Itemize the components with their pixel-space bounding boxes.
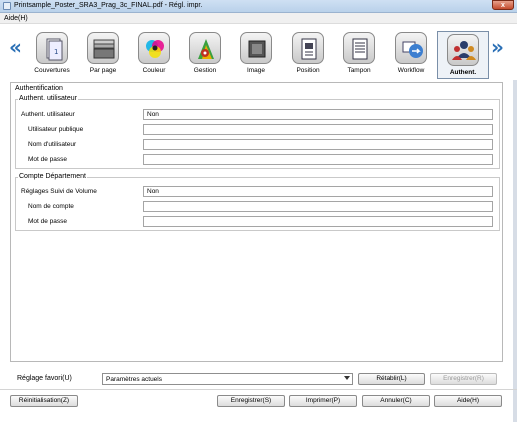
volume-tracking-select[interactable]: Non (143, 186, 493, 197)
tab-management-label: Gestion (193, 67, 217, 74)
image-icon (240, 32, 272, 64)
favorite-setting-value: Paramètres actuels (106, 376, 162, 383)
footer-divider (0, 389, 517, 390)
color-icon (138, 32, 170, 64)
user-auth-label: Authent. utilisateur (21, 111, 75, 118)
management-icon (189, 32, 221, 64)
category-toolbar: « » 1 Couvertures Par page Couleur Gesti… (0, 24, 517, 80)
user-auth-select[interactable]: Non (143, 109, 493, 120)
per-page-icon (87, 32, 119, 64)
public-user-label: Utilisateur publique (28, 126, 84, 133)
help-button[interactable]: Aide(H) (434, 395, 502, 407)
restore-button[interactable]: Rétablir(L) (358, 373, 425, 385)
dept-password-field[interactable] (143, 216, 493, 227)
tab-management[interactable]: Gestion (179, 32, 231, 78)
cancel-button[interactable]: Annuler(C) (362, 395, 430, 407)
account-name-field[interactable] (143, 201, 493, 212)
tab-stamp-label: Tampon (347, 67, 371, 74)
tab-per-page-label: Par page (89, 67, 117, 74)
register-button[interactable]: Enregistrer(S) (217, 395, 285, 407)
tab-color[interactable]: Couleur (128, 32, 180, 78)
tab-color-label: Couleur (142, 67, 166, 74)
title-bar: Printsample_Poster_SRA3_Prag_3c_FINAL.pd… (0, 0, 517, 13)
covers-icon: 1 (36, 32, 68, 64)
window-title: Printsample_Poster_SRA3_Prag_3c_FINAL.pd… (14, 2, 203, 9)
authentication-icon (447, 34, 479, 66)
department-group-title: Compte Département (18, 173, 87, 180)
printer-app-icon (3, 2, 11, 10)
stamp-icon (343, 32, 375, 64)
tab-image-label: Image (246, 67, 266, 74)
settings-panel: Authentification Authent. utilisateur Au… (10, 82, 503, 362)
password-label: Mot de passe (28, 156, 68, 163)
tab-position-label: Position (296, 67, 320, 74)
volume-tracking-label: Réglages Suivi de Volume (21, 188, 97, 195)
username-field[interactable] (143, 139, 493, 150)
chevron-down-icon (344, 376, 350, 380)
tab-authentication[interactable]: Authent. (437, 31, 489, 79)
user-auth-group-title: Authent. utilisateur (18, 95, 78, 102)
tab-image[interactable]: Image (230, 32, 282, 78)
favorite-setting-label: Réglage favori(U) (17, 375, 72, 382)
scroll-right-icon[interactable]: » (491, 37, 504, 57)
dept-password-label: Mot de passe (28, 218, 68, 225)
username-label: Nom d'utilisateur (28, 141, 77, 148)
position-icon (292, 32, 324, 64)
password-field[interactable] (143, 154, 493, 165)
reset-button[interactable]: Réinitialisation(Z) (10, 395, 78, 407)
tab-covers[interactable]: 1 Couvertures (26, 32, 78, 78)
tab-per-page[interactable]: Par page (77, 32, 129, 78)
tab-authentication-label: Authent. (449, 69, 477, 76)
close-button[interactable]: x (492, 0, 514, 10)
print-button[interactable]: Imprimer(P) (289, 395, 357, 407)
tab-workflow-label: Workflow (397, 67, 425, 74)
workflow-icon (395, 32, 427, 64)
scroll-left-icon[interactable]: « (9, 37, 22, 57)
section-title: Authentification (15, 85, 63, 92)
menu-bar: Aide(H) (0, 13, 517, 24)
svg-text:1: 1 (54, 48, 58, 56)
tab-covers-label: Couvertures (34, 67, 70, 74)
account-name-label: Nom de compte (28, 203, 74, 210)
favorite-setting-select[interactable]: Paramètres actuels (102, 373, 353, 385)
tab-stamp[interactable]: Tampon (333, 32, 385, 78)
public-user-field[interactable] (143, 124, 493, 135)
tab-position[interactable]: Position (282, 32, 334, 78)
save-favorite-button[interactable]: Enregistrer(R) (430, 373, 497, 385)
tab-workflow[interactable]: Workflow (385, 32, 437, 78)
menu-help[interactable]: Aide(H) (4, 15, 28, 22)
